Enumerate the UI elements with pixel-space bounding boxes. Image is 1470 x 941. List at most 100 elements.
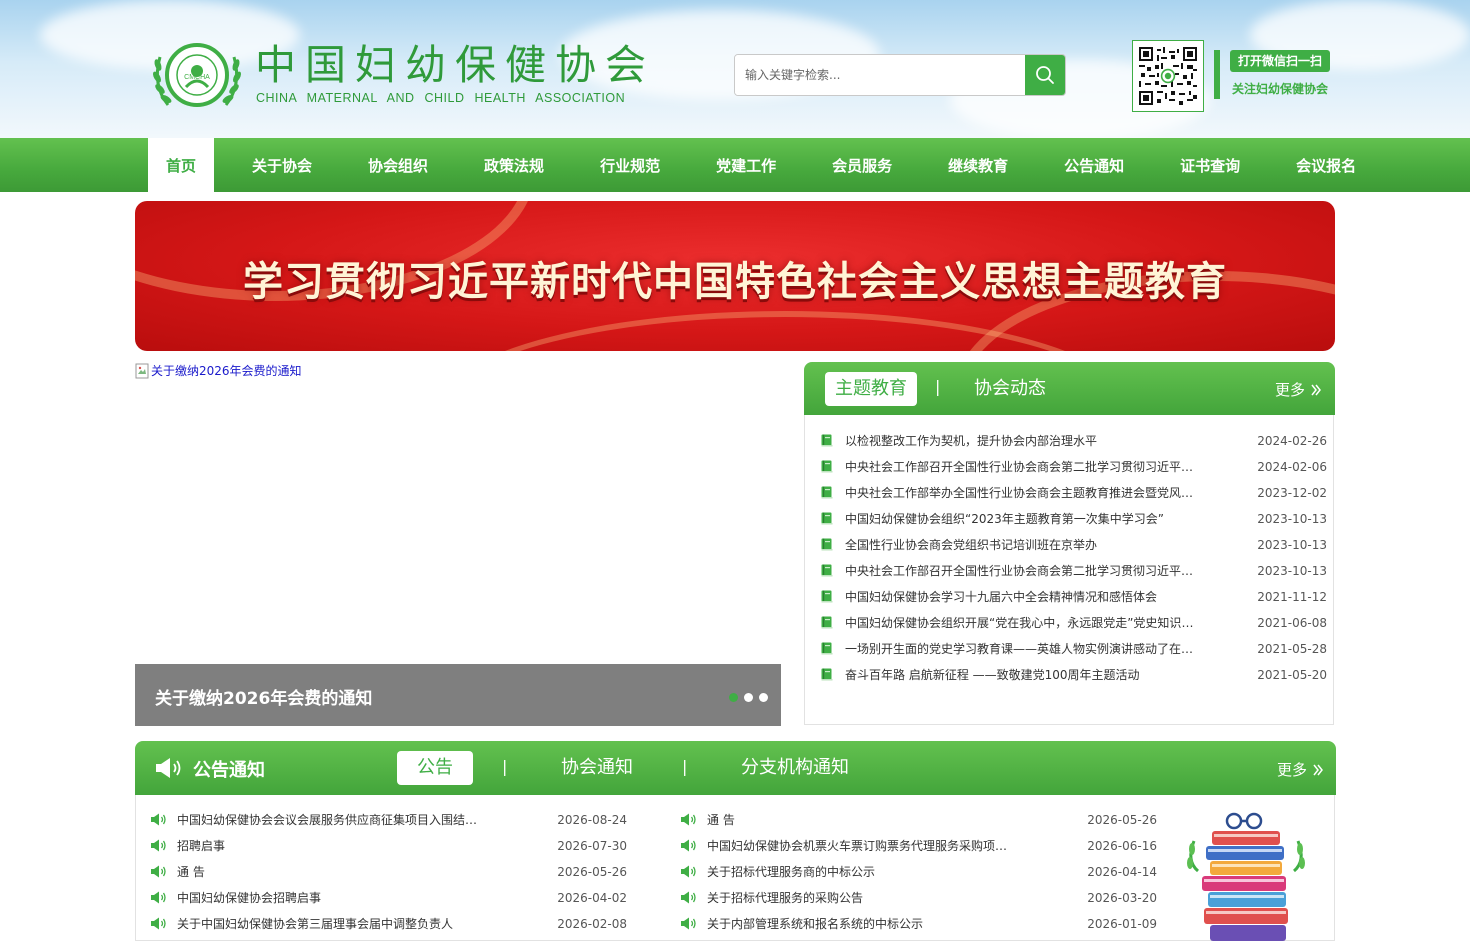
notice-date: 2026-04-14 — [1087, 865, 1157, 879]
tab-separator: | — [935, 377, 941, 396]
notice-title[interactable]: 通 告 — [177, 859, 487, 885]
banner-headline: 学习贯彻习近平新时代中国特色社会主义思想主题教育 — [243, 259, 1227, 305]
news-list-item[interactable]: 一场别开生面的党史学习教育课——英雄人物实例演讲感动了在场每一位党员 2021-0… — [821, 636, 1327, 662]
nav-item-6[interactable]: 会员服务 — [813, 138, 911, 192]
notice-title[interactable]: 关于招标代理服务的采购公告 — [707, 885, 1017, 911]
news-title[interactable]: 中央社会工作部举办全国性行业协会商会主题教育推进会暨党风廉政建设工作会议 — [845, 480, 1195, 506]
more-label: 更多 — [1275, 381, 1306, 399]
notice-list-item[interactable]: 关于招标代理服务的采购公告 2026-03-20 — [681, 885, 1157, 911]
news-list-item[interactable]: 全国性行业协会商会党组织书记培训班在京举办 2023-10-13 — [821, 532, 1327, 558]
news-date: 2021-11-12 — [1257, 590, 1327, 604]
more-label: 更多 — [1277, 761, 1308, 779]
book-icon — [821, 642, 833, 655]
notice-list-item[interactable]: 关于中国妇幼保健协会第三届理事会届中调整负责人 2026-02-08 — [151, 911, 627, 937]
news-list-item[interactable]: 中国妇幼保健协会组织开展“党在我心中，永远跟党走”党史知识竞赛活动 2021-06… — [821, 610, 1327, 636]
nav-item-4[interactable]: 行业规范 — [581, 138, 679, 192]
news-title[interactable]: 中国妇幼保健协会学习十九届六中全会精神情况和感悟体会 — [845, 584, 1195, 610]
book-icon — [821, 486, 833, 499]
slider-dot[interactable] — [744, 693, 753, 702]
nav-item-8[interactable]: 公告通知 — [1045, 138, 1143, 192]
news-list-item[interactable]: 奋斗百年路 启航新征程 ——致敬建党100周年主题活动 2021-05-20 — [821, 662, 1327, 688]
news-title[interactable]: 中央社会工作部召开全国性行业协会商会第二批学习贯彻习近平新时代中国特色社会主义思… — [845, 454, 1195, 480]
speaker-icon — [151, 917, 166, 930]
notice-title[interactable]: 中国妇幼保健协会机票火车票订购票务代理服务采购项目结果公告 — [707, 833, 1017, 859]
nav-item-9[interactable]: 证书查询 — [1161, 138, 1259, 192]
wechat-follow-label: 关注妇幼保健协会 — [1232, 82, 1329, 96]
news-list-item[interactable]: 中央社会工作部召开全国性行业协会商会第二批学习贯彻习近平新时代中国特色社会主义思… — [821, 454, 1327, 480]
notice-list-item[interactable]: 通 告 2026-05-26 — [681, 807, 1157, 833]
notice-list-left: 中国妇幼保健协会会议会展服务供应商征集项目入围结果公告 2026-08-24 招聘启… — [151, 807, 627, 937]
nav-item-10[interactable]: 会议报名 — [1277, 138, 1375, 192]
news-list-item[interactable]: 中央社会工作部召开全国性行业协会商会第二批学习贯彻习近平新时代中国特色社会主义思… — [821, 558, 1327, 584]
tab-separator: | — [502, 757, 508, 776]
news-title[interactable]: 中国妇幼保健协会组织“2023年主题教育第一次集中学习会” — [845, 506, 1195, 532]
nav-item-7[interactable]: 继续教育 — [929, 138, 1027, 192]
notice-list-item[interactable]: 招聘启事 2026-07-30 — [151, 833, 627, 859]
notice-title[interactable]: 通 告 — [707, 807, 1017, 833]
tab-association-news[interactable]: 协会动态 — [964, 372, 1056, 406]
notice-title[interactable]: 关于招标代理服务商的中标公示 — [707, 859, 1017, 885]
news-title[interactable]: 中央社会工作部召开全国性行业协会商会第二批学习贯彻习近平新时代中国特色社会主义思… — [845, 558, 1195, 584]
slider-dot[interactable] — [759, 693, 768, 702]
notice-title[interactable]: 中国妇幼保健协会会议会展服务供应商征集项目入围结果公告 — [177, 807, 487, 833]
speaker-icon — [681, 839, 696, 852]
news-title[interactable]: 中国妇幼保健协会组织开展“党在我心中，永远跟党走”党史知识竞赛活动 — [845, 610, 1195, 636]
panel-header: 主题教育 | 协会动态 更多 — [804, 362, 1335, 415]
slider-caption-text[interactable]: 关于缴纳2026年会费的通知 — [155, 684, 372, 709]
news-date: 2021-06-08 — [1257, 616, 1327, 630]
speaker-icon — [151, 839, 166, 852]
theme-education-banner[interactable]: 学习贯彻习近平新时代中国特色社会主义思想主题教育 — [135, 201, 1335, 351]
notice-list-item[interactable]: 关于内部管理系统和报名系统的中标公示 2026-01-09 — [681, 911, 1157, 937]
nav-item-3[interactable]: 政策法规 — [465, 138, 563, 192]
book-icon — [821, 538, 833, 551]
slider-dot[interactable] — [729, 693, 738, 702]
news-list-item[interactable]: 中国妇幼保健协会学习十九届六中全会精神情况和感悟体会 2021-11-12 — [821, 584, 1327, 610]
news-list-item[interactable]: 中央社会工作部举办全国性行业协会商会主题教育推进会暨党风廉政建设工作会议 2023… — [821, 480, 1327, 506]
logo-chinese-name[interactable]: 中国妇幼保健协会 — [255, 38, 655, 92]
tab-theme-education[interactable]: 主题教育 — [825, 372, 917, 406]
more-link[interactable]: 更多 — [1277, 759, 1324, 780]
nav-item-1[interactable]: 关于协会 — [233, 138, 331, 192]
notice-title[interactable]: 关于内部管理系统和报名系统的中标公示 — [707, 911, 1017, 937]
double-chevron-right-icon — [1313, 764, 1323, 776]
notice-date: 2026-06-16 — [1087, 839, 1157, 853]
nav-items: 首页 关于协会 协会组织 政策法规 行业规范 党建工作 会员服务 继续教育 公告通知 证书查询 会议… — [148, 138, 1393, 192]
tab-announcements[interactable]: 公告 — [397, 751, 473, 785]
notice-date: 2026-05-26 — [1087, 813, 1157, 827]
tab-branch-notices[interactable]: 分支机构通知 — [731, 751, 859, 785]
news-title[interactable]: 一场别开生面的党史学习教育课——英雄人物实例演讲感动了在场每一位党员 — [845, 636, 1195, 662]
news-date: 2023-10-13 — [1257, 564, 1327, 578]
notice-list-item[interactable]: 中国妇幼保健协会招聘启事 2026-04-02 — [151, 885, 627, 911]
speaker-icon — [681, 917, 696, 930]
megaphone-icon — [156, 758, 181, 778]
news-title[interactable]: 全国性行业协会商会党组织书记培训班在京举办 — [845, 532, 1195, 558]
search-button[interactable] — [1025, 55, 1065, 95]
news-title[interactable]: 以检视整改工作为契机，提升协会内部治理水平 — [845, 428, 1195, 454]
notice-list-item[interactable]: 关于招标代理服务商的中标公示 2026-04-14 — [681, 859, 1157, 885]
notice-date: 2026-07-30 — [557, 839, 627, 853]
notice-date: 2026-02-08 — [557, 917, 627, 931]
notice-list-item[interactable]: 中国妇幼保健协会会议会展服务供应商征集项目入围结果公告 2026-08-24 — [151, 807, 627, 833]
notice-date: 2026-04-02 — [557, 891, 627, 905]
notice-list-item[interactable]: 中国妇幼保健协会机票火车票订购票务代理服务采购项目结果公告 2026-06-16 — [681, 833, 1157, 859]
featured-slider[interactable]: 关于缴纳2026年会费的通知 关于缴纳2026年会费的通知 — [135, 362, 781, 726]
double-chevron-right-icon — [1311, 384, 1321, 396]
news-title[interactable]: 奋斗百年路 启航新征程 ——致敬建党100周年主题活动 — [845, 662, 1195, 688]
notice-title[interactable]: 中国妇幼保健协会招聘启事 — [177, 885, 487, 911]
association-emblem-icon[interactable]: CMCHA — [148, 35, 246, 115]
nav-item-5[interactable]: 党建工作 — [697, 138, 795, 192]
notice-date: 2026-03-20 — [1087, 891, 1157, 905]
slider-image-link[interactable]: 关于缴纳2026年会费的通知 — [135, 362, 302, 379]
more-link[interactable]: 更多 — [1275, 379, 1322, 400]
notice-title[interactable]: 招聘启事 — [177, 833, 487, 859]
news-list-item[interactable]: 中国妇幼保健协会组织“2023年主题教育第一次集中学习会” 2023-10-13 — [821, 506, 1327, 532]
nav-item-0[interactable]: 首页 — [148, 138, 215, 192]
tab-association-notices[interactable]: 协会通知 — [551, 751, 643, 785]
nav-item-2[interactable]: 协会组织 — [349, 138, 447, 192]
broken-image-icon — [135, 363, 149, 378]
notice-list-right: 通 告 2026-05-26 中国妇幼保健协会机票火车票订购票务代理服务采购项目结果… — [681, 807, 1157, 937]
notice-title[interactable]: 关于中国妇幼保健协会第三届理事会届中调整负责人 — [177, 911, 487, 937]
notice-list-item[interactable]: 通 告 2026-05-26 — [151, 859, 627, 885]
search-input[interactable] — [735, 55, 1025, 95]
news-list-item[interactable]: 以检视整改工作为契机，提升协会内部治理水平 2024-02-26 — [821, 428, 1327, 454]
